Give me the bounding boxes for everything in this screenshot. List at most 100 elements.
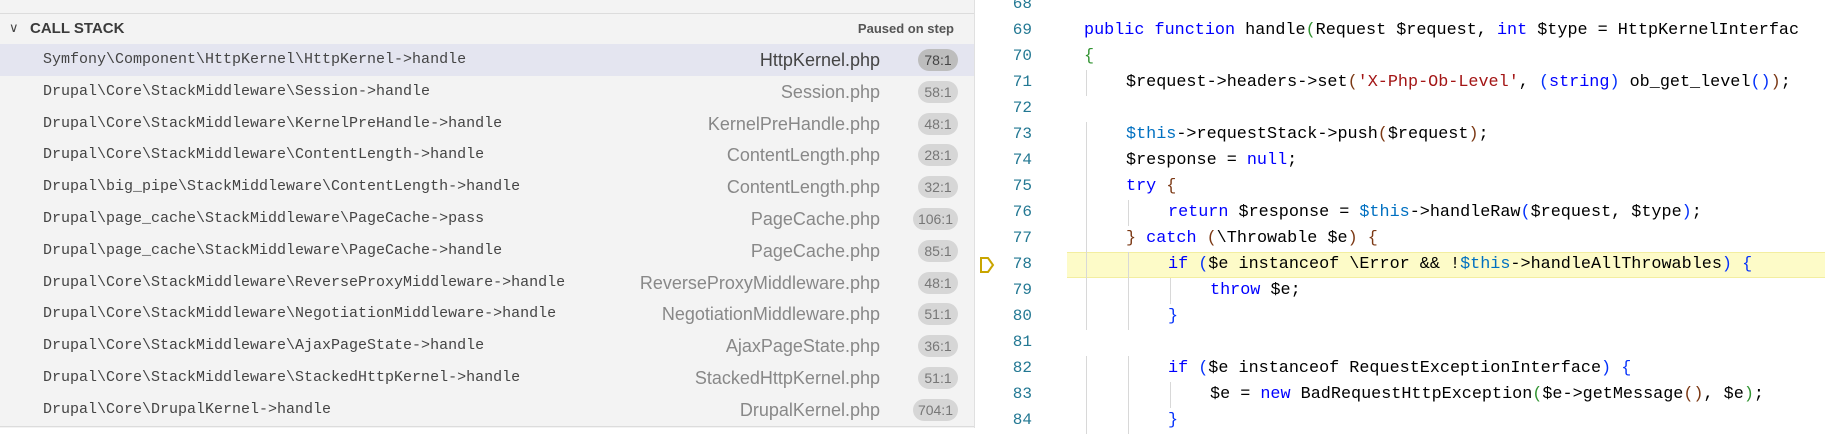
- frame-function: Drupal\Core\StackMiddleware\ContentLengt…: [43, 146, 485, 164]
- indent-guide: [1086, 70, 1087, 96]
- frame-function: Drupal\page_cache\StackMiddleware\PageCa…: [43, 210, 485, 227]
- code-token: (: [1206, 229, 1217, 248]
- code-token: (: [1198, 359, 1209, 378]
- code-token: try: [1126, 177, 1167, 196]
- frame-file: AjaxPageState.php: [725, 336, 880, 357]
- indent-guide: [1086, 252, 1087, 278]
- stack-frame[interactable]: Drupal\Core\StackMiddleware\ContentLengt…: [0, 139, 974, 171]
- stack-frame[interactable]: Drupal\Core\StackMiddleware\KernelPreHan…: [0, 108, 974, 140]
- stack-frame[interactable]: Drupal\Core\StackMiddleware\AjaxPageStat…: [0, 330, 974, 362]
- frame-position-badge: 51:1: [918, 303, 958, 326]
- frame-function: Drupal\Core\StackMiddleware\AjaxPageStat…: [43, 337, 485, 355]
- call-stack-header[interactable]: ∨ CALL STACK Paused on step: [0, 14, 974, 44]
- code-token: $request, $type: [1530, 203, 1682, 222]
- code-token: new: [1260, 385, 1301, 404]
- code-token: }: [1168, 307, 1179, 326]
- frame-position-badge: 32:1: [918, 176, 958, 199]
- code-token: catch: [1146, 229, 1207, 248]
- divider: [0, 426, 974, 427]
- indent-guide: [1170, 278, 1171, 304]
- code-line: 84}: [975, 408, 1825, 434]
- line-number: 70: [1012, 47, 1032, 65]
- stack-frame[interactable]: Drupal\Core\StackMiddleware\ReverseProxy…: [0, 267, 974, 299]
- code-text: $response = null;: [1126, 151, 1297, 170]
- stack-frame[interactable]: Drupal\Core\StackMiddleware\Session->han…: [0, 76, 974, 108]
- line-number: 79: [1012, 281, 1032, 299]
- code-token: ): [1468, 125, 1479, 144]
- indent-guide: [1086, 122, 1087, 148]
- code-text: if ($e instanceof RequestExceptionInterf…: [1168, 359, 1631, 378]
- indent-guide: [1086, 382, 1087, 408]
- code-token: int: [1496, 21, 1538, 40]
- frame-position-badge: 28:1: [918, 144, 958, 167]
- code-token: (: [1305, 21, 1316, 40]
- code-token: (: [1347, 73, 1358, 92]
- code-token: ;: [1753, 385, 1764, 404]
- frame-file: Session.php: [780, 81, 880, 102]
- line-number: 68: [1012, 0, 1032, 13]
- frame-file: NegotiationMiddleware.php: [661, 304, 880, 325]
- code-text: }: [1168, 307, 1178, 326]
- code-token: $request->headers->set: [1126, 73, 1348, 92]
- code-line: 70 {: [975, 44, 1825, 70]
- frame-position-badge: 48:1: [918, 271, 958, 294]
- code-token: \Throwable $e: [1216, 229, 1348, 248]
- indent-guide: [1128, 356, 1129, 382]
- code-editor[interactable]: 68 69 public function handle(Request $requ…: [975, 0, 1825, 434]
- indent-guide: [1086, 356, 1087, 382]
- code-token: ;: [1478, 125, 1489, 144]
- code-token: ): [1721, 255, 1743, 274]
- frame-function: Drupal\Core\StackMiddleware\NegotiationM…: [43, 305, 557, 323]
- stack-frame[interactable]: Drupal\big_pipe\StackMiddleware\ContentL…: [0, 171, 974, 203]
- code-token: public function: [1084, 21, 1246, 40]
- code-token: if: [1168, 359, 1199, 378]
- code-text: }: [1168, 411, 1178, 430]
- line-number: 69: [1012, 21, 1032, 39]
- code-line: 82 if ($e instanceof RequestExceptionInte…: [975, 356, 1825, 382]
- code-token: , $e: [1703, 385, 1744, 404]
- indent-guide: [1128, 382, 1129, 408]
- code-token: ): [1681, 203, 1692, 222]
- frame-function: Drupal\big_pipe\StackMiddleware\ContentL…: [43, 178, 521, 196]
- frame-file: ContentLength.php: [726, 177, 880, 198]
- code-token: ): [1743, 385, 1754, 404]
- stack-frame[interactable]: Drupal\page_cache\StackMiddleware\PageCa…: [0, 203, 974, 235]
- call-stack-panel: ∨ CALL STACK Paused on step Symfony\Comp…: [0, 0, 975, 428]
- frame-function: Drupal\Core\StackMiddleware\ReverseProxy…: [43, 273, 566, 291]
- frame-function: Drupal\page_cache\StackMiddleware\PageCa…: [43, 241, 503, 259]
- line-number: 81: [1012, 333, 1032, 351]
- code-line: 68: [975, 0, 1825, 18]
- code-token: $request: [1387, 125, 1469, 144]
- line-number: 74: [1012, 151, 1032, 169]
- line-number: 83: [1012, 385, 1032, 403]
- frame-position-badge: 106:1: [912, 208, 958, 230]
- code-token: $e->getMessage: [1542, 385, 1684, 404]
- code-token: $e;: [1270, 281, 1301, 300]
- chevron-down-icon[interactable]: ∨: [9, 20, 19, 36]
- indent-guide: [1086, 148, 1087, 174]
- frame-function: Drupal\Core\DrupalKernel->handle: [43, 400, 332, 418]
- indent-guide: [1086, 174, 1087, 200]
- stack-frame[interactable]: Drupal\Core\StackMiddleware\StackedHttpK…: [0, 362, 974, 394]
- frame-position-badge: 58:1: [918, 80, 958, 103]
- code-line: 71 $request->headers->set('X-Php-Ob-Level…: [975, 70, 1825, 96]
- indent-guide: [1128, 252, 1129, 278]
- code-token: if: [1168, 255, 1199, 274]
- code-line: 83 $e = new BadRequestHttpException($e->g…: [975, 382, 1825, 408]
- line-number: 77: [1012, 229, 1032, 247]
- code-text: } catch (\Throwable $e) {: [1126, 229, 1378, 248]
- stack-frame[interactable]: Drupal\Core\StackMiddleware\NegotiationM…: [0, 298, 974, 330]
- code-text: if ($e instanceof \Error && !$this->hand…: [1168, 255, 1752, 274]
- stack-frame[interactable]: Symfony\Component\HttpKernel\HttpKernel-…: [0, 44, 974, 76]
- stack-frame[interactable]: Drupal\page_cache\StackMiddleware\PageCa…: [0, 235, 974, 267]
- code-token: $this: [1359, 203, 1410, 222]
- line-number: 82: [1012, 359, 1032, 377]
- code-token: BadRequestHttpException: [1300, 385, 1533, 404]
- code-token: $this: [1460, 255, 1511, 274]
- code-text: $this->requestStack->push($request);: [1126, 125, 1489, 144]
- stack-frame[interactable]: Drupal\Core\DrupalKernel->handle DrupalK…: [0, 394, 974, 426]
- code-text: $request->headers->set('X-Php-Ob-Level',…: [1126, 73, 1791, 92]
- line-number: 80: [1012, 307, 1032, 325]
- code-line: 79 throw $e;: [975, 278, 1825, 304]
- code-token: (: [1532, 385, 1543, 404]
